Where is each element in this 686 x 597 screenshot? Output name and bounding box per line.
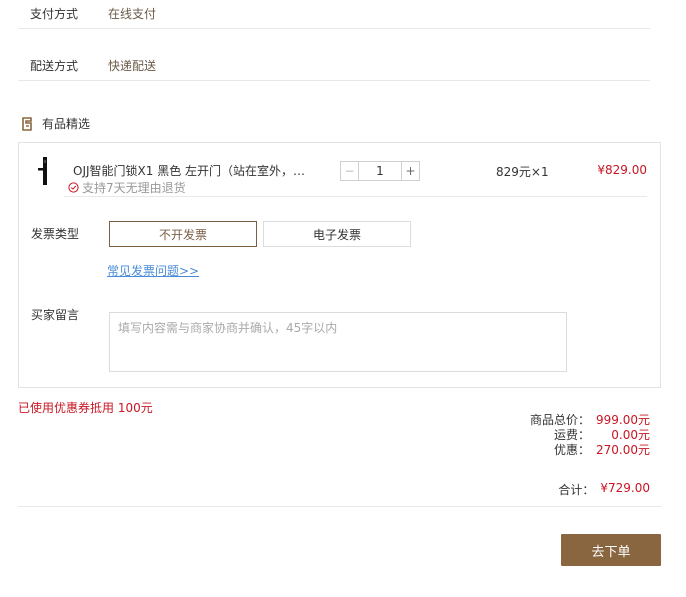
no-invoice-option[interactable]: 不开发票 [109, 221, 257, 247]
goods-total-line: 商品总价： 999.00元 [530, 413, 650, 428]
order-total-label: 合计： [558, 483, 595, 497]
place-order-button[interactable]: 去下单 [561, 534, 661, 566]
product-row: OJJ智能门锁X1 黑色 左开门（站在室外，面向门，门把手在左侧） 支持7天无理… [19, 143, 660, 197]
product-name[interactable]: OJJ智能门锁X1 黑色 左开门（站在室外，面向门，门把手在左侧） [73, 162, 313, 179]
payment-method-label: 支付方式 [30, 7, 79, 21]
shop-icon [22, 116, 32, 131]
bottom-divider [18, 506, 661, 507]
buyer-message-label: 买家留言 [31, 308, 80, 322]
product-subtotal: ¥829.00 [597, 163, 647, 177]
shop-section-title: 有品精选 [20, 115, 90, 132]
invoice-faq-link[interactable]: 常见发票问题>> [107, 262, 199, 279]
invoice-type-label: 发票类型 [31, 227, 80, 241]
return-policy-text: 支持7天无理由退货 [82, 181, 186, 195]
product-image[interactable] [36, 157, 52, 185]
discount-value: 270.00元 [596, 443, 650, 457]
payment-method-row: 支付方式 在线支付 [18, 0, 650, 29]
check-circle-icon [68, 182, 79, 193]
shipping-method-value: 快递配送 [108, 59, 157, 73]
order-panel: OJJ智能门锁X1 黑色 左开门（站在室外，面向门，门把手在左侧） 支持7天无理… [18, 142, 661, 388]
decrease-button[interactable]: − [341, 162, 359, 180]
quantity-value[interactable]: 1 [359, 162, 401, 180]
discount-label: 优惠： [553, 443, 590, 457]
freight-value: 0.00元 [611, 428, 650, 442]
discount-line: 优惠： 270.00元 [530, 443, 650, 458]
e-invoice-option[interactable]: 电子发票 [263, 221, 411, 247]
quantity-stepper[interactable]: − 1 + [340, 161, 420, 181]
increase-button[interactable]: + [401, 162, 419, 180]
shop-section-label: 有品精选 [42, 117, 91, 131]
payment-method-value: 在线支付 [108, 7, 157, 21]
shipping-method-label: 配送方式 [30, 59, 79, 73]
goods-total-value: 999.00元 [596, 413, 650, 427]
freight-label: 运费： [553, 428, 590, 442]
buyer-message-input[interactable] [109, 312, 567, 372]
unit-price: 829元×1 [496, 165, 549, 179]
order-total-value: ¥729.00 [600, 481, 650, 495]
shipping-method-row: 配送方式 快递配送 [18, 29, 650, 81]
goods-total-label: 商品总价： [529, 413, 590, 427]
return-policy: 支持7天无理由退货 [68, 179, 186, 196]
price-summary: 商品总价： 999.00元 运费： 0.00元 优惠： 270.00元 [530, 413, 650, 458]
product-divider [64, 196, 647, 197]
coupon-notice: 已使用优惠券抵用 100元 [18, 401, 153, 415]
freight-line: 运费： 0.00元 [530, 428, 650, 443]
order-total: 合计： ¥729.00 [558, 481, 650, 498]
